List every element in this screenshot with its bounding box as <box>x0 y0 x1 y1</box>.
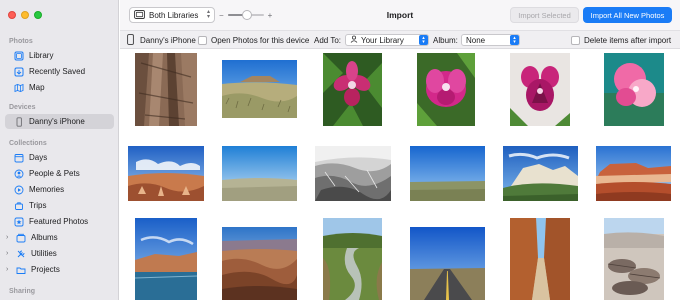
photo-thumbnail-petrified-wood[interactable] <box>604 218 664 300</box>
albums-icon <box>16 233 26 243</box>
photo-grid <box>120 50 680 300</box>
sidebar-item-label: Map <box>29 83 45 92</box>
delete-after-import-label: Delete items after import <box>584 35 672 45</box>
photo-thumbnail-open-plain[interactable] <box>410 146 485 201</box>
sidebar-item-label: Utilities <box>31 249 57 258</box>
sidebar-item-label: Projects <box>31 265 60 274</box>
iphone-icon <box>127 33 134 47</box>
device-label: Danny's iPhone <box>127 33 196 47</box>
sidebar-item-utilities[interactable]: › Utilities <box>5 246 114 261</box>
sidebar-item-projects[interactable]: › Projects <box>5 262 114 277</box>
memories-icon <box>14 185 24 195</box>
photo-thumbnail-orchid-1[interactable] <box>323 53 382 126</box>
sidebar-item-iphone[interactable]: Danny's iPhone <box>5 114 114 129</box>
sidebar-item-people-pets[interactable]: People & Pets <box>5 166 114 181</box>
zoom-window-button[interactable] <box>34 11 42 19</box>
photo-thumbnail-slot-canyon[interactable] <box>510 218 570 300</box>
import-all-new-photos-button[interactable]: Import All New Photos <box>583 7 672 23</box>
projects-icon <box>16 265 26 275</box>
sidebar-item-trips[interactable]: Trips <box>5 198 114 213</box>
sidebar-item-featured-photos[interactable]: Featured Photos <box>5 214 114 229</box>
import-selected-button[interactable]: Import Selected <box>510 7 579 23</box>
calendar-icon <box>14 153 24 163</box>
iphone-icon <box>14 116 24 127</box>
window-controls <box>8 11 42 19</box>
sidebar-item-label: Featured Photos <box>29 217 89 226</box>
library-select-value: Both Libraries <box>149 10 199 20</box>
sidebar: Photos Library Recently Saved Map Device… <box>0 0 119 300</box>
sidebar-item-albums[interactable]: › Albums <box>5 230 114 245</box>
open-photos-label: Open Photos for this device <box>211 35 310 45</box>
photo-thumbnail-white-cliffs[interactable] <box>503 146 578 201</box>
photo-thumbnail-orchid-3[interactable] <box>510 53 570 126</box>
library-icon <box>14 51 24 61</box>
section-header-photos: Photos <box>9 38 33 45</box>
sidebar-item-days[interactable]: Days <box>5 150 114 165</box>
photo-thumbnail-dunes-mesa[interactable] <box>222 60 297 118</box>
zoom-control[interactable]: − + <box>219 9 279 21</box>
close-window-button[interactable] <box>8 11 16 19</box>
zoom-in-icon[interactable]: + <box>268 11 273 20</box>
section-header-sharing: Sharing <box>9 288 36 295</box>
person-icon <box>350 35 358 45</box>
map-icon <box>14 83 24 93</box>
trips-icon <box>14 201 24 211</box>
minimize-window-button[interactable] <box>21 11 29 19</box>
section-header-collections: Collections <box>9 140 47 147</box>
device-name: Danny's iPhone <box>140 35 196 45</box>
photo-thumbnail-red-mesa[interactable] <box>596 146 671 201</box>
section-header-devices: Devices <box>9 104 36 111</box>
featured-icon <box>14 217 24 227</box>
sidebar-item-label: Albums <box>31 233 58 242</box>
album-value: None <box>466 35 486 45</box>
sidebar-item-library[interactable]: Library <box>5 48 114 63</box>
add-to-select[interactable]: Your Library ▴ ▾ <box>345 34 429 46</box>
open-photos-checkbox[interactable] <box>198 35 207 45</box>
chevron-right-icon[interactable]: › <box>6 250 8 257</box>
utilities-icon <box>16 249 26 259</box>
photo-thumbnail-orchid-2[interactable] <box>417 53 475 126</box>
zoom-slider-knob[interactable] <box>242 10 253 20</box>
import-options-bar: Danny's iPhone Open Photos for this devi… <box>120 30 680 49</box>
delete-after-import-checkbox[interactable] <box>571 35 580 45</box>
sidebar-item-label: Memories <box>29 185 65 194</box>
photo-thumbnail-desert-road[interactable] <box>410 227 485 300</box>
photo-thumbnail-grand-canyon[interactable] <box>222 227 297 300</box>
open-photos-checkbox-row[interactable]: Open Photos for this device <box>198 34 309 46</box>
chevron-up-down-icon: ▴ ▾ <box>510 35 519 45</box>
photo-thumbnail-flat-desert[interactable] <box>222 146 297 201</box>
up-down-arrows-icon: ▴ ▾ <box>206 9 210 20</box>
photo-thumbnail-bw-canyon[interactable] <box>315 146 391 201</box>
photo-library-icon <box>134 9 145 21</box>
delete-after-import-row[interactable]: Delete items after import <box>571 34 671 46</box>
sidebar-item-label: People & Pets <box>29 169 80 178</box>
titlebar: Both Libraries ▴ ▾ − + Import Import Sele… <box>120 0 680 30</box>
sidebar-item-label: Trips <box>29 201 47 210</box>
person-icon <box>14 169 24 179</box>
album-select[interactable]: None ▴ ▾ <box>461 34 520 46</box>
sidebar-item-memories[interactable]: Memories <box>5 182 114 197</box>
sidebar-item-map[interactable]: Map <box>5 80 114 95</box>
chevron-right-icon[interactable]: › <box>6 234 8 241</box>
zoom-slider[interactable] <box>227 10 264 20</box>
zoom-out-icon[interactable]: − <box>219 11 224 20</box>
chevron-right-icon[interactable]: › <box>6 266 8 273</box>
photo-thumbnail-canyon-overlook[interactable] <box>128 146 204 201</box>
photo-thumbnail-lake-cliffs[interactable] <box>135 218 197 300</box>
photo-thumbnail-sweet-pea[interactable] <box>604 53 664 126</box>
album-label: Album: <box>433 35 458 45</box>
add-to-label: Add To: <box>314 35 341 45</box>
recently-saved-icon <box>14 67 24 77</box>
sidebar-item-recently-saved[interactable]: Recently Saved <box>5 64 114 79</box>
sidebar-item-label: Recently Saved <box>29 67 86 76</box>
sidebar-item-label: Danny's iPhone <box>29 117 85 126</box>
sidebar-item-label: Library <box>29 51 54 60</box>
photo-thumbnail-tree-bark[interactable] <box>135 53 197 126</box>
chevron-up-down-icon: ▴ ▾ <box>419 35 428 45</box>
library-select[interactable]: Both Libraries ▴ ▾ <box>129 7 215 23</box>
photo-thumbnail-creek[interactable] <box>323 218 382 300</box>
add-to-value: Your Library <box>361 35 404 45</box>
sidebar-item-label: Days <box>29 153 48 162</box>
